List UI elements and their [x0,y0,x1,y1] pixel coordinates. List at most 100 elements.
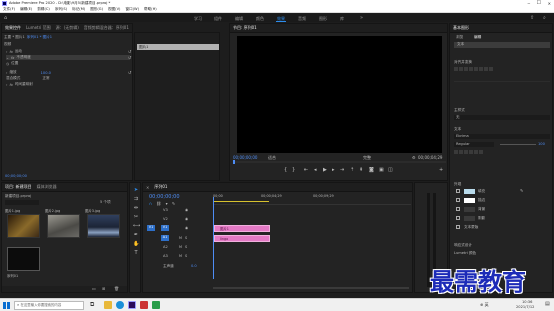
home-icon[interactable]: ⌂ [4,15,7,21]
type-tool-icon[interactable]: T [133,250,139,256]
text-mask-checkbox[interactable] [456,225,460,229]
text-align-center-icon[interactable] [459,150,463,154]
fill-checkbox[interactable] [456,189,460,193]
program-timecode-left[interactable]: 00;00;00;00 [233,155,257,160]
align-right-icon[interactable] [464,67,468,71]
search-icon[interactable]: ⌕ [543,15,546,21]
eg-font-select[interactable]: Ebrima [454,134,550,139]
linked-selection-icon[interactable]: ⛓ [156,201,161,206]
play-icon[interactable]: ▶ [323,167,327,173]
tab-program[interactable]: 节目: 序列01 [233,25,257,31]
tab-media-browser[interactable]: 媒体浏览器 [37,184,57,190]
eg-font-size-value[interactable]: 100 [538,142,545,146]
eg-styles-select[interactable]: 无 [454,115,550,120]
text-align-left-icon[interactable] [454,150,458,154]
workspace-audio[interactable]: 音频 [298,16,306,22]
timeline-clip[interactable]: lingo [214,235,270,242]
workspace-graphics[interactable]: 图形 [319,16,327,22]
timeline-clip[interactable]: 图片1 [214,225,270,232]
stroke-swatch[interactable] [464,198,475,203]
solo-icon[interactable]: S [185,254,187,258]
eg-fill-row[interactable]: 填充 ✎ [454,188,550,195]
eg-subtab-browse[interactable]: 浏览 [456,35,463,40]
expand-arrow-icon[interactable]: › [6,50,7,54]
menu-edit[interactable]: 编辑(E) [20,7,32,12]
mute-icon[interactable]: M [179,254,182,258]
taskbar-date[interactable]: 2021/7/12 [516,305,534,309]
slip-tool-icon[interactable]: ⟷ [133,223,140,229]
timeline-settings-icon[interactable]: ✎ [172,201,175,206]
menu-clip[interactable]: 剪辑(C) [37,7,50,12]
solo-icon[interactable]: S [185,236,187,240]
tab-audio-clip-mixer[interactable]: 音频剪辑混合器：序列01 [84,25,129,31]
timeline-ruler[interactable]: 00;00 00;00;04;29 00;00;09;29 [213,193,411,205]
solo-icon[interactable]: S [185,245,187,249]
tab-lumetri-scopes[interactable]: Lumetri 范围 [26,25,51,31]
razor-tool-icon[interactable]: ✂ [133,214,139,220]
app-icon[interactable] [152,301,160,309]
explorer-app-icon[interactable] [104,301,112,309]
align-bottom-icon[interactable] [479,67,483,71]
project-item[interactable]: 图片3.jpg [85,208,125,242]
menu-file[interactable]: 文件(F) [3,7,15,12]
blend-mode-select[interactable]: 正常 [42,76,49,81]
workspace-libraries[interactable]: 库 [340,16,344,22]
align-middle-icon[interactable] [474,67,478,71]
menu-sequence[interactable]: 序列(S) [55,7,67,12]
ripple-edit-tool-icon[interactable]: ⇹ [133,205,139,211]
eg-font-size-slider[interactable] [500,144,536,145]
mute-icon[interactable]: M [179,236,182,240]
effect-row-opacity[interactable]: ⌄ fx 不透明度 [6,55,130,60]
track-label[interactable]: A1 [161,235,169,241]
background-checkbox[interactable] [456,207,460,211]
project-search-input[interactable] [5,200,39,205]
tab-source[interactable]: 源：(无剪辑) [56,25,79,31]
source-patch[interactable]: V1 [147,225,155,231]
timeline-timecode[interactable]: 00;00;00;00 [149,194,180,200]
work-area-bar[interactable] [213,201,269,202]
vr-icon[interactable]: ◫ [388,167,393,173]
windows-start-icon[interactable] [3,302,10,309]
add-button-icon[interactable]: + [439,167,443,173]
eye-icon[interactable]: ◉ [185,217,188,221]
track-label[interactable]: A3 [163,254,168,258]
menu-graphics[interactable]: 图形(G) [90,7,103,12]
effect-row-position[interactable]: ◷ 位置 [6,61,130,66]
track-label[interactable]: V2 [163,217,168,221]
new-bin-icon[interactable]: ▭ [92,286,96,291]
effect-row-time-remap[interactable]: › fx 时间重映射 [6,82,130,87]
ec-clip-bar[interactable]: 图片1 [137,44,219,50]
effect-row-motion[interactable]: › fx 运动 [6,49,130,54]
text-align-right-icon[interactable] [464,150,468,154]
eg-shadow-row[interactable]: 阴影 [454,216,550,222]
align-center-icon[interactable] [459,67,463,71]
snap-icon[interactable]: ∩ [149,201,152,206]
track-label[interactable]: V1 [161,225,169,231]
edge-app-icon[interactable] [116,301,124,309]
taskbar-search-input[interactable]: ⌕ 在这里输入你要搜索的内容 [14,301,84,310]
ec-reset-icon[interactable]: ↺ [128,49,131,54]
eg-font-style-select[interactable]: Regular [454,142,494,147]
new-item-icon[interactable]: ⊞ [102,286,105,291]
multicam-icon[interactable]: ▣ [379,167,384,173]
minimize-button[interactable]: ─ [528,1,530,6]
mark-out-icon[interactable]: } [292,167,295,173]
mark-in-icon[interactable]: { [284,167,287,173]
quick-export-icon[interactable]: ⇧ [530,15,534,21]
expand-arrow-icon[interactable]: ⌄ [6,56,9,60]
workspace-assembly[interactable]: 组件 [214,16,222,22]
ec-reset-icon[interactable]: ↺ [128,55,131,60]
menu-window[interactable]: 窗口(W) [125,7,139,12]
workspace-color[interactable]: 颜色 [256,16,264,22]
text-italic-icon[interactable] [479,150,483,154]
lift-icon[interactable]: ⇡ [350,167,354,173]
stroke-checkbox[interactable] [456,198,460,202]
tab-effect-controls[interactable]: 效果控件 [5,25,21,31]
mute-icon[interactable]: M [179,245,182,249]
distribute-v-icon[interactable] [489,67,493,71]
pen-tool-icon[interactable]: ✒ [133,232,139,238]
premiere-app-icon[interactable] [128,301,136,309]
eyedropper-icon[interactable]: ✎ [520,188,523,193]
add-marker-icon[interactable]: ▾ [166,201,168,206]
text-justify-icon[interactable] [469,150,473,154]
